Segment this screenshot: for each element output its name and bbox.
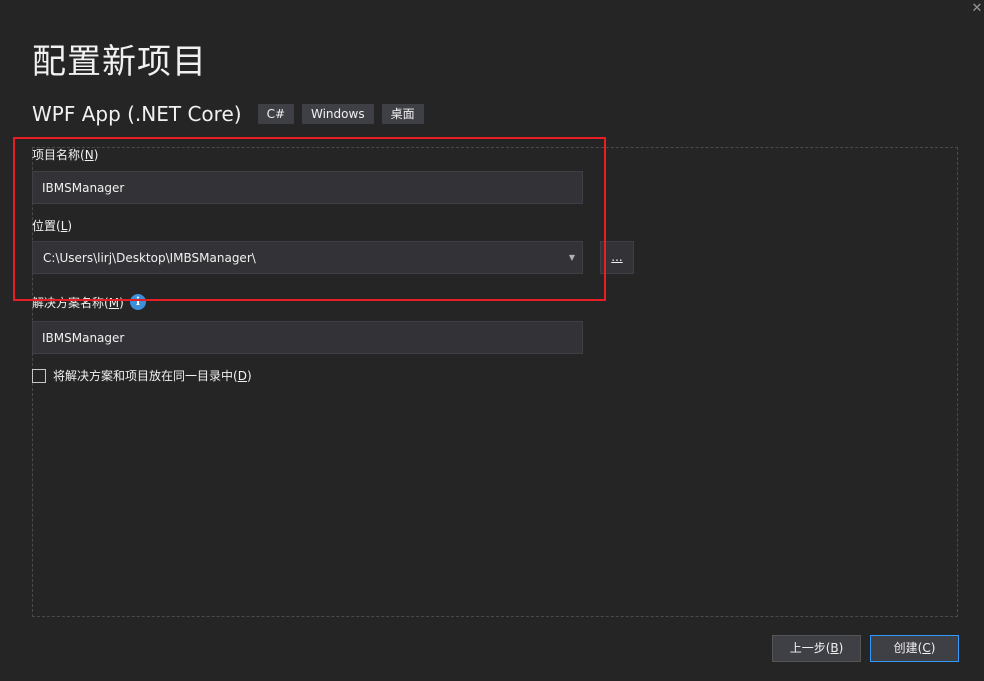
location-label-text: 位置: [32, 219, 57, 233]
same-directory-accel: D: [237, 369, 247, 383]
same-directory-checkbox[interactable]: [32, 368, 46, 383]
configure-project-dialog: ✕ 配置新项目 WPF App (.NET Core) C# Windows 桌…: [0, 0, 984, 681]
create-button-label: 创建: [893, 641, 918, 655]
back-button[interactable]: 上一步(B): [772, 635, 861, 662]
location-label: 位置(L): [32, 219, 73, 233]
solution-name-accel: M: [108, 296, 120, 310]
tag-project-type: 桌面: [381, 104, 424, 124]
solution-name-label-text: 解决方案名称: [32, 296, 105, 310]
create-button[interactable]: 创建(C): [870, 635, 959, 662]
info-icon[interactable]: i: [130, 294, 146, 310]
template-header: WPF App (.NET Core) C# Windows 桌面: [32, 101, 432, 127]
project-name-label: 项目名称(N): [32, 148, 99, 162]
tag-language: C#: [257, 104, 294, 124]
browse-button[interactable]: ...: [600, 241, 634, 274]
dropdown-arrow-icon[interactable]: ▼: [562, 253, 582, 262]
location-combobox[interactable]: C:\Users\lirj\Desktop\IMBSManager\ ▼: [32, 241, 583, 274]
project-name-label-text: 项目名称: [32, 148, 81, 162]
tag-platform: Windows: [302, 104, 374, 124]
back-button-accel: B: [830, 641, 839, 655]
create-button-accel: C: [922, 641, 931, 655]
solution-name-label: 解决方案名称(M): [32, 296, 124, 310]
location-value[interactable]: C:\Users\lirj\Desktop\IMBSManager\: [33, 251, 562, 265]
same-directory-option[interactable]: 将解决方案和项目放在同一目录中(D): [32, 367, 252, 384]
project-name-input[interactable]: [32, 171, 583, 204]
project-name-accel: N: [84, 148, 94, 162]
location-accel: L: [60, 219, 68, 233]
close-icon[interactable]: ✕: [970, 2, 984, 16]
same-directory-label-text: 将解决方案和项目放在同一目录中: [53, 369, 234, 383]
template-name: WPF App (.NET Core): [32, 102, 242, 126]
back-button-label: 上一步: [789, 641, 826, 655]
same-directory-label[interactable]: 将解决方案和项目放在同一目录中(D): [53, 367, 252, 384]
solution-name-input[interactable]: [32, 321, 583, 354]
page-title: 配置新项目: [32, 42, 207, 82]
